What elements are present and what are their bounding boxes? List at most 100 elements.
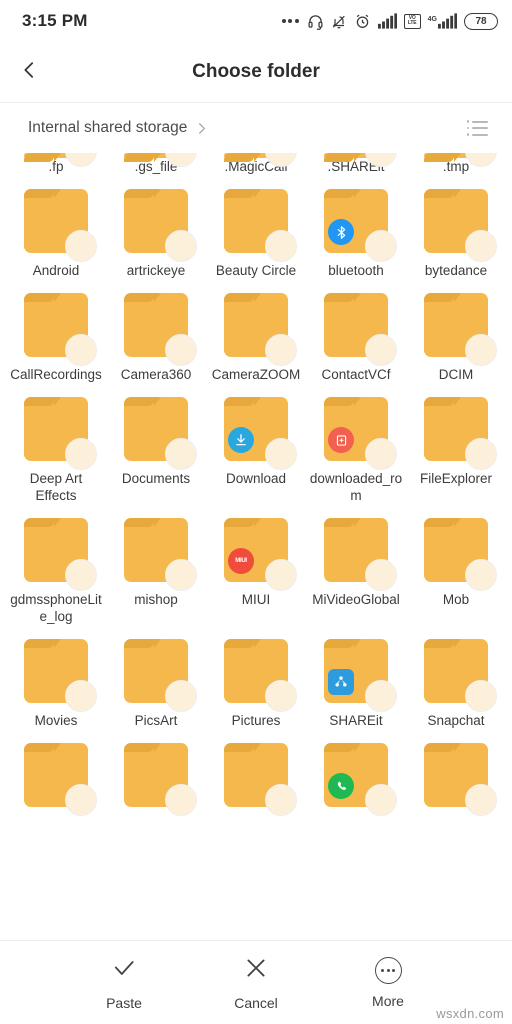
folder-item[interactable]: Download: [206, 383, 306, 504]
folder-item[interactable]: mishop: [106, 504, 206, 625]
folder-icon: [24, 518, 97, 591]
folder-checkbox[interactable]: [465, 334, 497, 366]
folder-checkbox[interactable]: [65, 680, 97, 712]
folder-item[interactable]: [6, 729, 106, 816]
folder-checkbox[interactable]: [365, 438, 397, 470]
folder-item[interactable]: Pictures: [206, 625, 306, 729]
folder-item[interactable]: bytedance: [406, 175, 506, 279]
folder-item[interactable]: CameraZOOM: [206, 279, 306, 383]
folder-grid-row: Deep Art Effects Documents Download downloa…: [6, 383, 506, 504]
folder-checkbox[interactable]: [165, 334, 197, 366]
folder-checkbox[interactable]: [265, 680, 297, 712]
folder-icon: [424, 153, 497, 167]
folder-item[interactable]: Camera360: [106, 279, 206, 383]
folder-item[interactable]: [106, 729, 206, 816]
folder-icon: [124, 293, 197, 366]
status-icons: VO LTE 4G 78: [281, 12, 498, 30]
folder-icon: [424, 639, 497, 712]
folder-item[interactable]: downloaded_rom: [306, 383, 406, 504]
folder-checkbox[interactable]: [65, 334, 97, 366]
folder-item[interactable]: SHAREit: [306, 625, 406, 729]
folder-item[interactable]: CallRecordings: [6, 279, 106, 383]
battery-icon: 78: [464, 12, 498, 30]
folder-checkbox[interactable]: [365, 230, 397, 262]
folder-checkbox[interactable]: [65, 230, 97, 262]
folder-item[interactable]: Movies: [6, 625, 106, 729]
folder-item[interactable]: PicsArt: [106, 625, 206, 729]
folder-checkbox[interactable]: [165, 784, 197, 816]
folder-item[interactable]: MIUI MIUI: [206, 504, 306, 625]
folder-checkbox[interactable]: [65, 784, 97, 816]
folder-item[interactable]: .MagicCall: [206, 153, 306, 175]
folder-checkbox[interactable]: [465, 784, 497, 816]
folder-checkbox[interactable]: [165, 230, 197, 262]
folder-icon: MIUI: [224, 518, 297, 591]
folder-label: mishop: [134, 592, 178, 607]
folder-grid-scroll[interactable]: .fp .gs_file .MagicCall .SHAREit .tmp Android…: [0, 153, 512, 940]
folder-label: Snapchat: [427, 713, 485, 728]
folder-icon: [24, 153, 97, 167]
folder-icon: [124, 189, 197, 262]
folder-checkbox[interactable]: [365, 559, 397, 591]
folder-item[interactable]: Documents: [106, 383, 206, 504]
folder-checkbox[interactable]: [165, 438, 197, 470]
folder-label: SHAREit: [329, 713, 383, 728]
status-bar: 3:15 PM VO LTE 4G 78: [0, 0, 512, 42]
folder-item[interactable]: [306, 729, 406, 816]
folder-item[interactable]: bluetooth: [306, 175, 406, 279]
folder-item[interactable]: MiVideoGlobal: [306, 504, 406, 625]
rom-badge: [328, 427, 354, 453]
bluetooth-badge: [328, 219, 354, 245]
folder-checkbox[interactable]: [265, 230, 297, 262]
folder-item[interactable]: .fp: [6, 153, 106, 175]
folder-checkbox[interactable]: [265, 559, 297, 591]
folder-item[interactable]: .SHAREit: [306, 153, 406, 175]
folder-checkbox[interactable]: [365, 784, 397, 816]
folder-icon: [224, 743, 297, 816]
folder-item[interactable]: DCIM: [406, 279, 506, 383]
folder-icon: [324, 639, 397, 712]
folder-icon: [324, 397, 397, 470]
cancel-button[interactable]: Cancel: [208, 955, 304, 1011]
folder-checkbox[interactable]: [165, 559, 197, 591]
folder-checkbox[interactable]: [465, 680, 497, 712]
folder-item[interactable]: artrickeye: [106, 175, 206, 279]
folder-item[interactable]: Beauty Circle: [206, 175, 306, 279]
shareit-badge: [328, 669, 354, 695]
folder-checkbox[interactable]: [65, 438, 97, 470]
folder-item[interactable]: Deep Art Effects: [6, 383, 106, 504]
list-view-icon[interactable]: [461, 114, 495, 142]
folder-label: Download: [225, 471, 287, 486]
folder-checkbox[interactable]: [365, 334, 397, 366]
folder-checkbox[interactable]: [265, 334, 297, 366]
folder-icon: [124, 639, 197, 712]
folder-checkbox[interactable]: [65, 559, 97, 591]
more-button[interactable]: More: [340, 956, 436, 1009]
folder-item[interactable]: gdmssphoneLite_log: [6, 504, 106, 625]
folder-item[interactable]: Android: [6, 175, 106, 279]
folder-item[interactable]: Snapchat: [406, 625, 506, 729]
folder-checkbox[interactable]: [265, 438, 297, 470]
folder-checkbox[interactable]: [365, 680, 397, 712]
folder-item[interactable]: ContactVCf: [306, 279, 406, 383]
back-button[interactable]: [0, 42, 58, 102]
breadcrumb-item-internal-storage[interactable]: Internal shared storage: [28, 119, 187, 137]
folder-label: Deep Art Effects: [29, 471, 83, 503]
folder-label: Movies: [34, 713, 78, 728]
folder-checkbox[interactable]: [165, 680, 197, 712]
folder-item[interactable]: [406, 729, 506, 816]
folder-checkbox[interactable]: [465, 559, 497, 591]
folder-icon: [424, 293, 497, 366]
folder-item[interactable]: FileExplorer: [406, 383, 506, 504]
paste-button[interactable]: Paste: [76, 955, 172, 1011]
folder-checkbox[interactable]: [265, 784, 297, 816]
folder-item[interactable]: .tmp: [406, 153, 506, 175]
folder-item[interactable]: Mob: [406, 504, 506, 625]
folder-checkbox[interactable]: [465, 230, 497, 262]
folder-item[interactable]: [206, 729, 306, 816]
folder-icon: [324, 518, 397, 591]
folder-icon: [324, 189, 397, 262]
folder-item[interactable]: .gs_file: [106, 153, 206, 175]
file-picker-screen: 3:15 PM VO LTE 4G 78 Choose folder Inter…: [0, 0, 512, 1024]
folder-checkbox[interactable]: [465, 438, 497, 470]
